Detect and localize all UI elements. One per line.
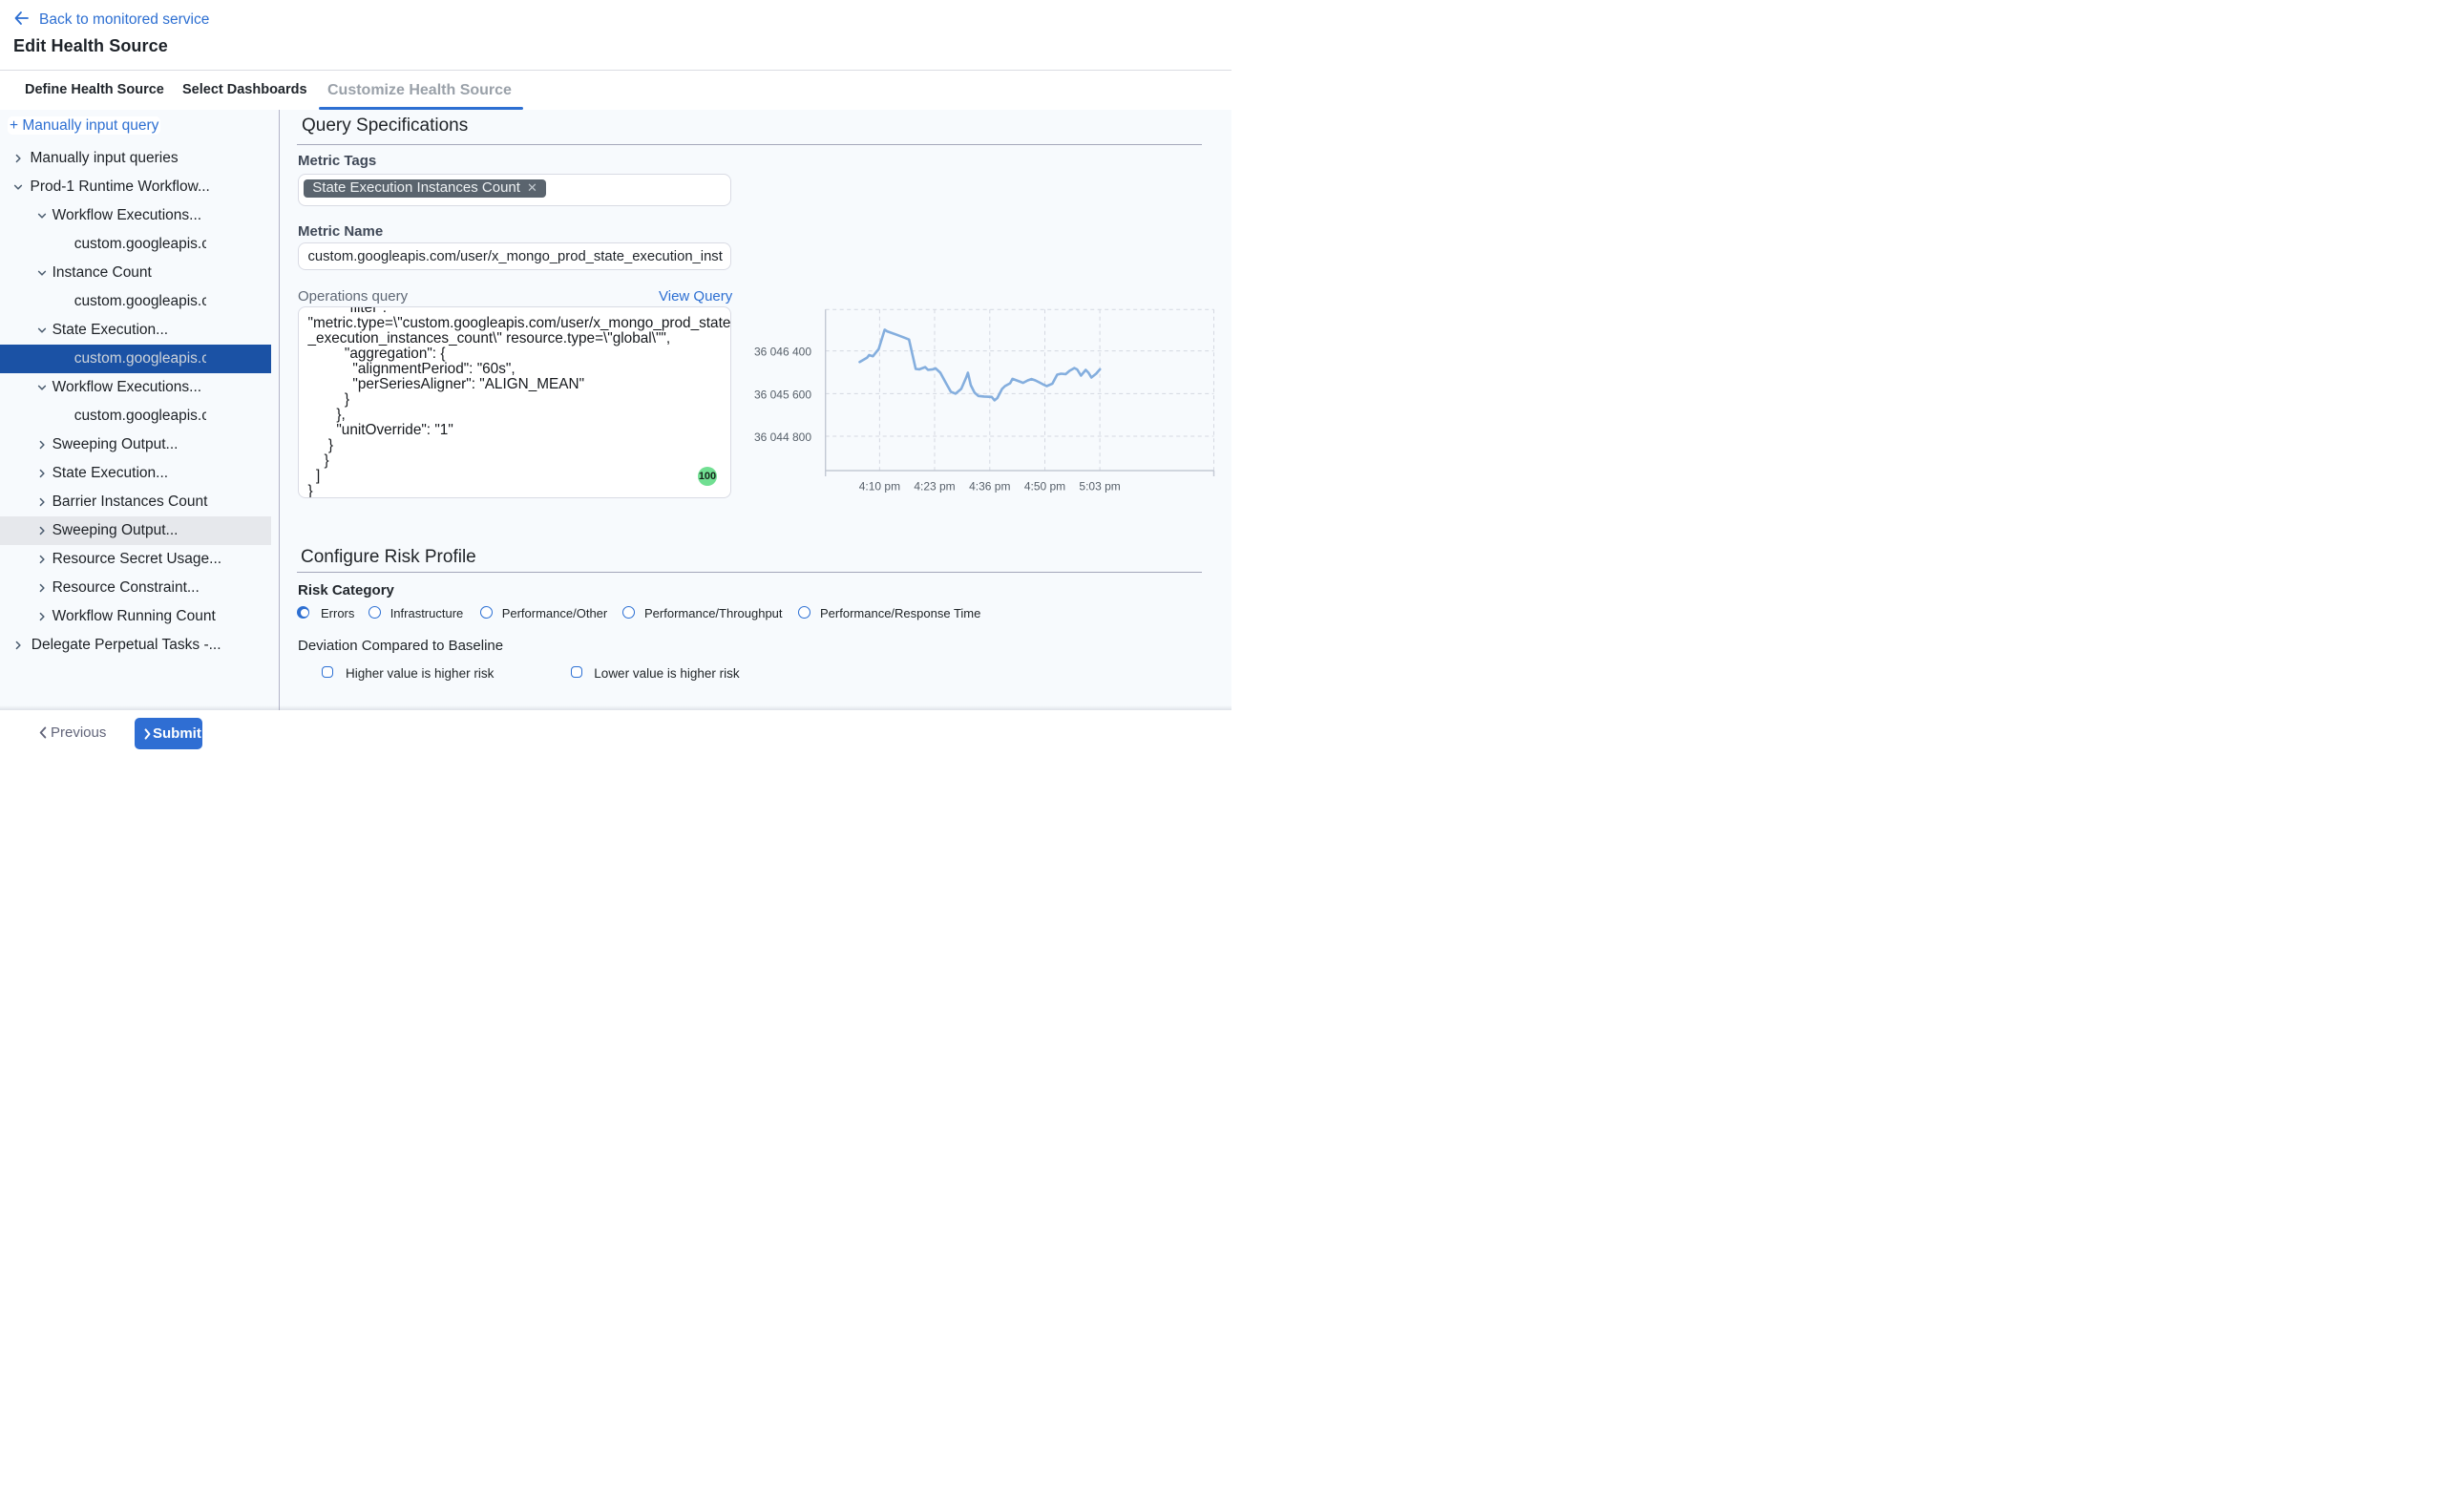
svg-text:4:36 pm: 4:36 pm bbox=[969, 480, 1010, 494]
svg-text:4:50 pm: 4:50 pm bbox=[1024, 480, 1065, 494]
svg-text:36 044 800: 36 044 800 bbox=[754, 430, 811, 444]
svg-text:5:03 pm: 5:03 pm bbox=[1079, 480, 1120, 494]
svg-text:36 046 400: 36 046 400 bbox=[754, 346, 811, 359]
svg-text:4:10 pm: 4:10 pm bbox=[859, 480, 900, 494]
svg-text:36 045 600: 36 045 600 bbox=[754, 388, 811, 401]
svg-text:4:23 pm: 4:23 pm bbox=[914, 480, 955, 494]
